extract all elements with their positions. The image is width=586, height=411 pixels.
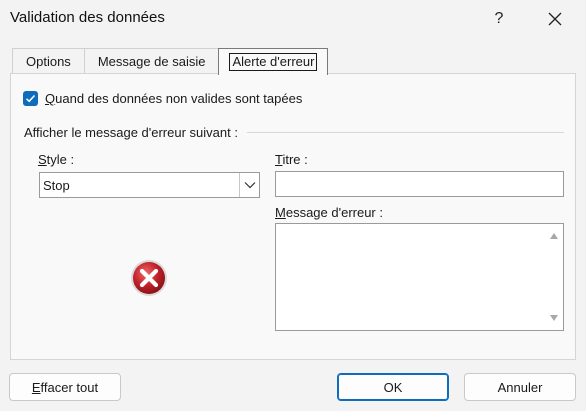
clear-all-button[interactable]: Effacer tout (9, 373, 121, 401)
tab-options[interactable]: Options (12, 48, 85, 74)
close-button[interactable] (540, 6, 570, 32)
show-error-alert-checkbox[interactable] (23, 91, 38, 106)
style-label: Style : (38, 152, 75, 167)
title-bar: Validation des données ? (0, 0, 586, 38)
titre-input[interactable] (275, 171, 564, 197)
tab-panel: Quand des données non valides sont tapée… (10, 73, 576, 360)
section-divider (247, 132, 564, 133)
chevron-down-icon[interactable] (239, 173, 259, 197)
message-label: Message d'erreur : (275, 205, 383, 220)
tab-label: Message de saisie (97, 54, 206, 69)
scroll-down-arrow-icon[interactable] (550, 315, 558, 321)
show-error-alert-checkbox-row[interactable]: Quand des données non valides sont tapée… (23, 91, 302, 106)
section-label: Afficher le message d'erreur suivant : (24, 125, 238, 140)
show-error-alert-label: Quand des données non valides sont tapée… (45, 91, 303, 106)
tab-alerte-erreur[interactable]: Alerte d'erreur (218, 48, 329, 75)
tab-label: Alerte d'erreur (229, 53, 318, 71)
scroll-up-arrow-icon[interactable] (550, 233, 558, 239)
error-message-textarea[interactable] (275, 223, 564, 331)
checkmark-icon (25, 94, 36, 103)
help-button[interactable]: ? (486, 6, 512, 32)
dialog-title: Validation des données (10, 9, 165, 26)
ok-button[interactable]: OK (337, 373, 449, 401)
tab-bar: Options Message de saisie Alerte d'erreu… (12, 48, 329, 75)
stop-error-icon (131, 260, 167, 296)
style-dropdown-value: Stop (43, 177, 70, 193)
message-scrollbar[interactable] (545, 224, 563, 330)
style-dropdown[interactable]: Stop (39, 172, 260, 198)
tab-label: Options (26, 54, 71, 69)
close-icon (548, 12, 562, 26)
tab-message-de-saisie[interactable]: Message de saisie (83, 48, 220, 74)
cancel-button[interactable]: Annuler (464, 373, 576, 401)
titre-label: Titre : (275, 152, 308, 167)
